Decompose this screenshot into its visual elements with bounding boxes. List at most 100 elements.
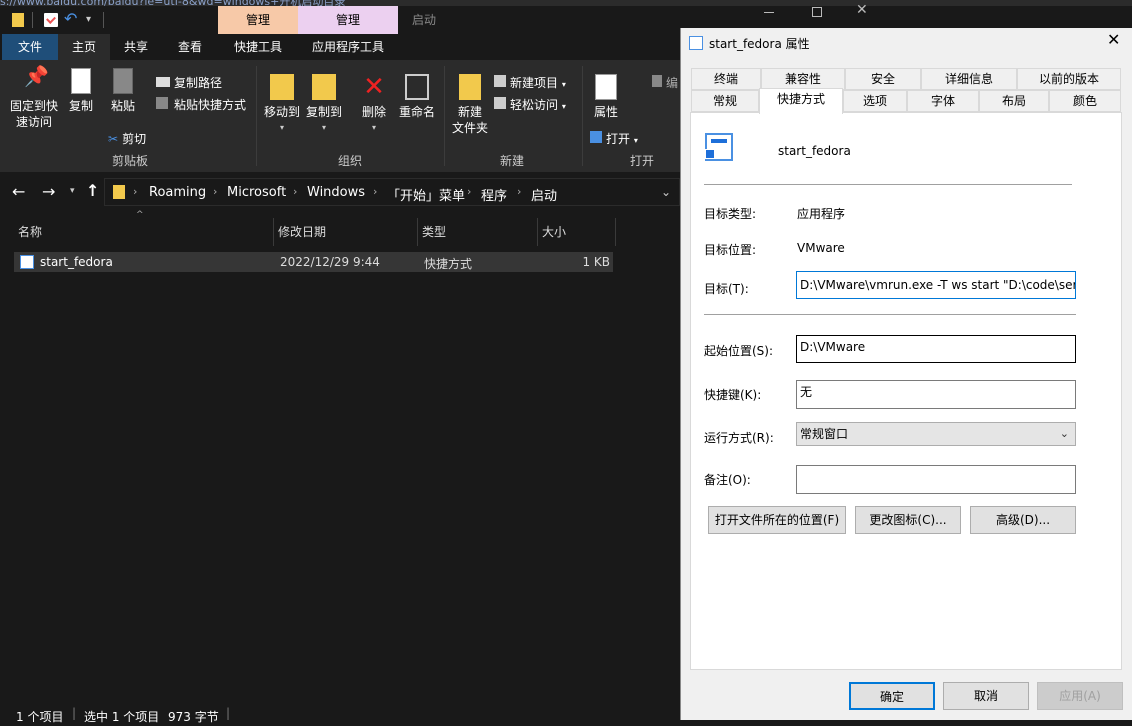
delete-button[interactable]: ✕ 删除 ▾ — [356, 74, 392, 136]
open-file-location-button[interactable]: 打开文件所在的位置(F) — [708, 506, 846, 534]
hotkey-label: 快捷键(K): — [704, 388, 762, 402]
column-date[interactable]: 修改日期 — [274, 218, 418, 246]
move-to-button[interactable]: 移动到 ▾ — [262, 74, 302, 136]
column-size[interactable]: 大小 — [538, 218, 616, 246]
copy-path-icon — [156, 77, 170, 87]
paste-shortcut-icon — [156, 97, 168, 109]
breadcrumb-start-menu[interactable]: 「开始」菜单 — [387, 185, 465, 204]
chevron-right-icon: › — [133, 185, 138, 198]
column-name[interactable]: 名称 — [14, 218, 274, 246]
edit-button[interactable]: 编 — [652, 74, 678, 91]
rename-icon — [405, 74, 429, 100]
recent-locations-icon[interactable]: ▾ — [70, 186, 75, 196]
shortcut-file-icon — [20, 255, 34, 269]
run-label: 运行方式(R): — [704, 431, 774, 445]
forward-arrow-icon[interactable]: → — [42, 182, 55, 201]
file-date: 2022/12/29 9:44 — [280, 255, 380, 269]
undo-icon[interactable]: ↶ — [64, 9, 77, 28]
cut-button[interactable]: ✂ 剪切 — [108, 130, 146, 147]
tab-file[interactable]: 文件 — [2, 34, 58, 60]
context-tab-manage-app[interactable]: 管理 — [298, 6, 398, 34]
tab-font[interactable]: 字体 — [907, 90, 979, 112]
tab-security[interactable]: 安全 — [845, 68, 921, 90]
paste-shortcut-button[interactable]: 粘贴快捷方式 — [156, 96, 246, 113]
tab-shortcut-tools[interactable]: 快捷工具 — [218, 34, 298, 60]
file-list-header: 名称 修改日期 类型 大小 — [14, 218, 616, 246]
tab-app-tools[interactable]: 应用程序工具 — [298, 34, 398, 60]
table-row[interactable]: start_fedora 2022/12/29 9:44 快捷方式 1 KB — [14, 252, 613, 272]
copy-path-button[interactable]: 复制路径 — [156, 74, 222, 91]
run-select[interactable]: 常规窗口 ⌄ — [796, 422, 1076, 446]
tab-compatibility[interactable]: 兼容性 — [761, 68, 845, 90]
back-arrow-icon[interactable]: ← — [12, 182, 25, 201]
explorer-window-controls: ✕ — [760, 2, 886, 28]
open-button[interactable]: 打开 ▾ — [590, 130, 638, 147]
file-name: start_fedora — [40, 255, 113, 269]
context-tab-manage-shortcut[interactable]: 管理 — [218, 6, 298, 34]
up-arrow-icon[interactable]: ↑ — [86, 181, 99, 200]
tab-colors[interactable]: 颜色 — [1049, 90, 1121, 112]
explorer-titlebar: ↶ ▾ 管理 管理 启动 — [0, 6, 680, 34]
properties-quick-icon[interactable] — [44, 13, 58, 27]
tab-general[interactable]: 常规 — [691, 90, 759, 112]
copy-to-button[interactable]: 复制到 ▾ — [304, 74, 344, 136]
address-dropdown-icon[interactable]: ⌄ — [661, 185, 671, 199]
group-clipboard: 剪贴板 — [111, 154, 148, 168]
new-item-button[interactable]: 新建项目 ▾ — [494, 74, 566, 91]
tab-options[interactable]: 选项 — [843, 90, 907, 112]
tab-previous-versions[interactable]: 以前的版本 — [1017, 68, 1121, 90]
breadcrumb-microsoft[interactable]: Microsoft — [227, 185, 286, 200]
tab-home[interactable]: 主页 — [58, 34, 110, 60]
rename-button[interactable]: 重命名 — [394, 74, 440, 120]
breadcrumb-roaming[interactable]: Roaming — [149, 185, 206, 200]
close-icon[interactable]: ✕ — [856, 2, 868, 18]
minimize-icon[interactable] — [764, 12, 774, 13]
paste-button[interactable]: 粘贴 — [104, 68, 142, 114]
status-size: 973 字节 — [168, 710, 219, 724]
group-new: 新建 — [499, 154, 524, 168]
navigation-bar: ← → ▾ ↑ › Roaming › Microsoft › Windows … — [0, 172, 680, 212]
address-bar[interactable]: › Roaming › Microsoft › Windows › 「开始」菜单… — [104, 178, 680, 206]
copy-button[interactable]: 复制 — [62, 68, 100, 114]
tab-details[interactable]: 详细信息 — [921, 68, 1017, 90]
ribbon: 📌 固定到快 速访问 复制 粘贴 复制路径 粘贴快捷方式 ✂ 剪切 剪贴板 移动到… — [0, 60, 680, 172]
breadcrumb-windows[interactable]: Windows — [307, 185, 365, 200]
quick-access-dropdown-icon[interactable]: ▾ — [86, 14, 91, 25]
paste-icon — [113, 68, 133, 94]
properties-button[interactable]: 属性 — [588, 74, 624, 120]
apply-button[interactable]: 应用(A) — [1037, 682, 1123, 710]
advanced-button[interactable]: 高级(D)... — [970, 506, 1076, 534]
status-selected: 选中 1 个项目 — [84, 710, 160, 724]
group-organize: 组织 — [337, 154, 362, 168]
easy-access-button[interactable]: 轻松访问 ▾ — [494, 96, 566, 113]
column-type[interactable]: 类型 — [418, 218, 538, 246]
change-icon-button[interactable]: 更改图标(C)... — [855, 506, 961, 534]
easy-access-icon — [494, 97, 506, 109]
copy-to-icon — [312, 74, 336, 100]
pin-quick-access-button[interactable]: 📌 固定到快 速访问 — [6, 66, 62, 130]
start-in-field[interactable]: D:\VMware — [796, 335, 1076, 363]
target-location-value: VMware — [797, 241, 845, 255]
tab-view[interactable]: 查看 — [162, 34, 218, 60]
ok-button[interactable]: 确定 — [849, 682, 935, 710]
chevron-down-icon: ⌄ — [1059, 427, 1069, 440]
folder-icon — [113, 185, 125, 199]
tab-share[interactable]: 共享 — [110, 34, 162, 60]
new-folder-button[interactable]: 新建 文件夹 — [448, 74, 492, 136]
breadcrumb-programs[interactable]: 程序 — [481, 185, 507, 204]
tab-layout[interactable]: 布局 — [979, 90, 1049, 112]
target-field[interactable]: D:\VMware\vmrun.exe -T ws start "D:\code… — [796, 271, 1076, 299]
tab-terminal[interactable]: 终端 — [691, 68, 761, 90]
hotkey-field[interactable]: 无 — [796, 380, 1076, 409]
cancel-button[interactable]: 取消 — [943, 682, 1029, 710]
breadcrumb-startup[interactable]: 启动 — [531, 185, 557, 204]
tab-shortcut[interactable]: 快捷方式 — [759, 88, 843, 114]
move-to-icon — [270, 74, 294, 100]
new-item-icon — [494, 75, 506, 87]
scissors-icon: ✂ — [108, 132, 119, 146]
window-title: 启动 — [411, 13, 436, 27]
properties-icon — [595, 74, 617, 100]
comment-field[interactable] — [796, 465, 1076, 494]
dialog-close-icon[interactable]: ✕ — [1107, 30, 1120, 49]
maximize-icon[interactable] — [812, 7, 822, 17]
